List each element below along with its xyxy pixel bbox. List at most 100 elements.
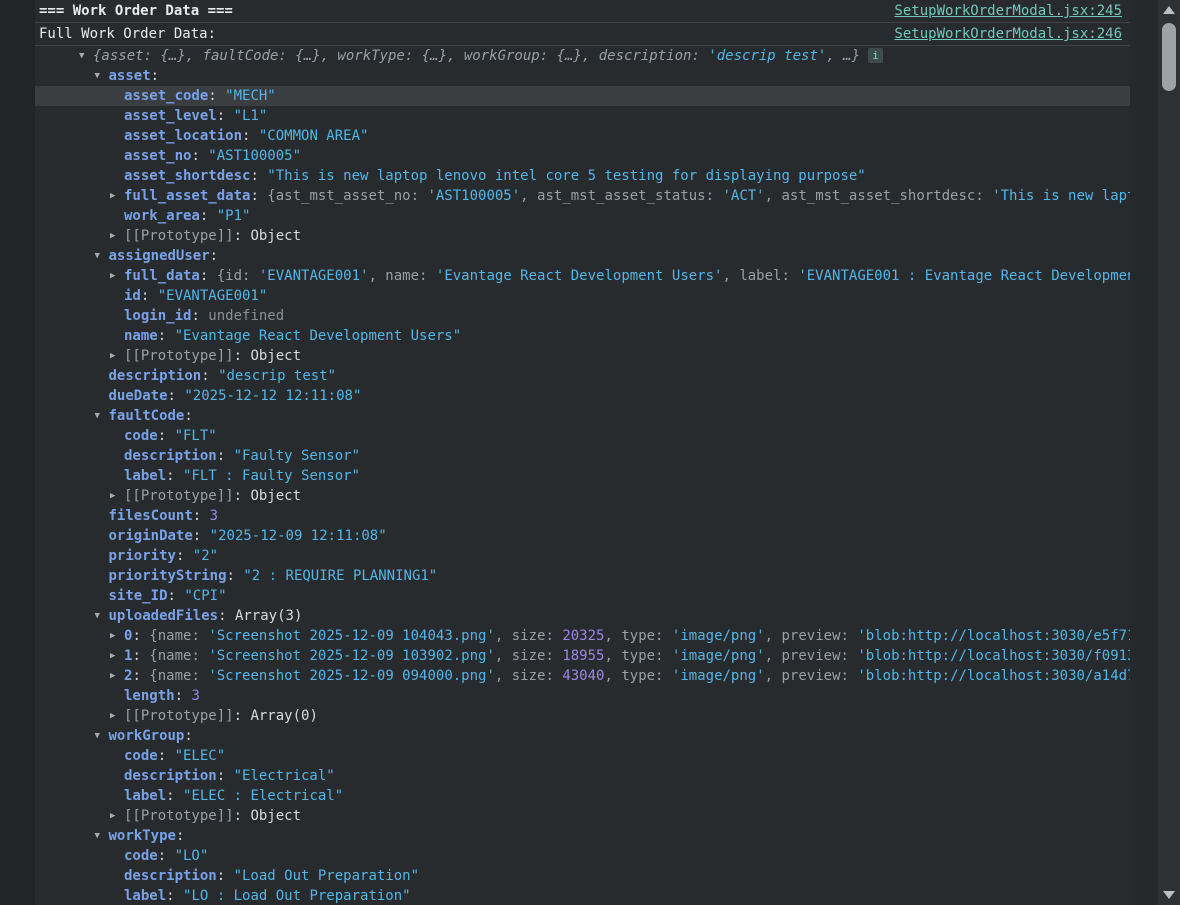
token-s: 'EVANTAGE001 : Evantage React Developmen… — [798, 268, 1130, 284]
source-link[interactable]: SetupWorkOrderModal.jsx:245 — [894, 0, 1122, 22]
token-g: [[Prototype]] — [124, 488, 234, 504]
tree-row[interactable]: ▶full_asset_data: {ast_mst_asset_no: 'AS… — [35, 186, 1130, 206]
token-ik: , …} — [826, 48, 860, 64]
token-g: , ast_mst_asset_status: — [520, 188, 722, 204]
tree-row: asset_location: "COMMON AREA" — [35, 126, 1130, 146]
tree-row[interactable]: ▼{asset: {…}, faultCode: {…}, workType: … — [35, 46, 1130, 66]
source-link[interactable]: SetupWorkOrderModal.jsx:246 — [894, 23, 1122, 45]
expand-triangle-icon[interactable]: ▶ — [110, 806, 115, 826]
token-s: "L1" — [234, 108, 268, 124]
info-icon[interactable]: i — [868, 48, 883, 63]
token-p: : — [176, 828, 184, 844]
token-s: "P1" — [217, 208, 251, 224]
tree-row[interactable]: ▼ workType: — [35, 826, 1130, 846]
token-g: {name: — [149, 668, 208, 684]
token-k: name — [124, 328, 158, 344]
token-s: "ELEC" — [175, 748, 226, 764]
expand-triangle-icon[interactable]: ▶ — [110, 626, 115, 646]
token-s: "LO" — [175, 848, 209, 864]
token-s: 'image/png' — [672, 668, 765, 684]
scroll-up-button[interactable] — [1158, 2, 1180, 18]
token-p: : — [234, 708, 251, 724]
tree-row: code: "FLT" — [35, 426, 1130, 446]
collapse-triangle-icon[interactable]: ▼ — [95, 726, 100, 746]
token-p: : — [217, 868, 234, 884]
expand-triangle-icon[interactable]: ▶ — [110, 666, 115, 686]
collapse-triangle-icon[interactable]: ▼ — [95, 826, 100, 846]
token-p: : — [234, 348, 251, 364]
collapse-triangle-icon[interactable]: ▼ — [95, 66, 100, 86]
collapse-triangle-icon[interactable]: ▼ — [95, 246, 100, 266]
collapse-triangle-icon[interactable]: ▼ — [79, 46, 84, 66]
expand-triangle-icon[interactable]: ▶ — [110, 706, 115, 726]
token-p: : — [200, 268, 217, 284]
token-k: label — [124, 468, 166, 484]
token-g: , size: — [495, 648, 562, 664]
tree-row[interactable]: ▶0: {name: 'Screenshot 2025-12-09 104043… — [35, 626, 1130, 646]
token-k: workType — [109, 828, 176, 844]
tree-row[interactable]: ▼assignedUser: — [35, 246, 1130, 266]
expand-triangle-icon[interactable]: ▶ — [110, 346, 115, 366]
token-k: asset_location — [124, 128, 242, 144]
token-s: "2025-12-09 12:11:08" — [210, 528, 387, 544]
expand-triangle-icon[interactable]: ▶ — [110, 486, 115, 506]
tree-row[interactable]: ▶[[Prototype]]: Array(0) — [35, 706, 1130, 726]
console-gutter — [0, 0, 35, 905]
tree-row: label: "LO : Load Out Preparation" — [35, 886, 1130, 905]
token-k: full_data — [124, 268, 200, 284]
scrollbar[interactable] — [1158, 0, 1180, 905]
tree-row[interactable]: ▶2: {name: 'Screenshot 2025-12-09 094000… — [35, 666, 1130, 686]
token-s: "EVANTAGE001" — [158, 288, 268, 304]
token-k: label — [124, 788, 166, 804]
token-p: : — [168, 388, 185, 404]
collapse-triangle-icon[interactable]: ▼ — [95, 606, 100, 626]
token-p: : — [158, 428, 175, 444]
expand-triangle-icon[interactable]: ▶ — [110, 266, 115, 286]
token-s: 'ACT' — [722, 188, 764, 204]
token-s: "This is new laptop lenovo intel core 5 … — [267, 168, 865, 184]
token-k: description — [124, 768, 217, 784]
token-k: site_ID — [109, 588, 168, 604]
token-p: : — [166, 468, 183, 484]
scroll-down-button[interactable] — [1158, 887, 1180, 903]
token-g: {name: — [149, 648, 208, 664]
scrollbar-thumb[interactable] — [1162, 23, 1176, 91]
token-s: "CPI" — [184, 588, 226, 604]
tree-row: id: "EVANTAGE001" — [35, 286, 1130, 306]
token-p: : — [168, 588, 185, 604]
tree-row[interactable]: ▼asset: — [35, 66, 1130, 86]
token-n: 43040 — [562, 668, 604, 684]
token-s: 'EVANTAGE001' — [259, 268, 369, 284]
token-p: : — [234, 488, 251, 504]
token-p: : — [193, 528, 210, 544]
token-s: "FLT : Faulty Sensor" — [183, 468, 360, 484]
token-s: 'blob:http://localhost:3030/e5f71160-0a — [857, 628, 1130, 644]
tree-row[interactable]: ▶[[Prototype]]: Object — [35, 806, 1130, 826]
token-w: Object — [250, 488, 301, 504]
token-k: asset_code — [124, 88, 208, 104]
tree-row[interactable]: ▼faultCode: — [35, 406, 1130, 426]
token-g: , size: — [495, 668, 562, 684]
tree-row[interactable]: ▶[[Prototype]]: Object — [35, 226, 1130, 246]
message-text: === Work Order Data === — [39, 0, 233, 22]
token-p: : — [201, 368, 218, 384]
expand-triangle-icon[interactable]: ▶ — [110, 186, 115, 206]
tree-row[interactable]: ▶[[Prototype]]: Object — [35, 346, 1130, 366]
token-k: asset_level — [124, 108, 217, 124]
tree-row[interactable]: ▶ [[Prototype]]: Object — [35, 486, 1130, 506]
token-p: : — [191, 148, 208, 164]
token-k: work_area — [124, 208, 200, 224]
token-s: "AST100005" — [208, 148, 301, 164]
tree-row[interactable]: ▶full_data: {id: 'EVANTAGE001', name: 'E… — [35, 266, 1130, 286]
collapse-triangle-icon[interactable]: ▼ — [95, 406, 100, 426]
token-p: : — [218, 608, 235, 624]
token-s: "Load Out Preparation" — [234, 868, 419, 884]
expand-triangle-icon[interactable]: ▶ — [110, 646, 115, 666]
token-p: : — [208, 88, 225, 104]
tree-row[interactable]: ▶1: {name: 'Screenshot 2025-12-09 103902… — [35, 646, 1130, 666]
token-k: dueDate — [109, 388, 168, 404]
tree-row[interactable]: ▼workGroup: — [35, 726, 1130, 746]
token-k: description — [124, 868, 217, 884]
expand-triangle-icon[interactable]: ▶ — [110, 226, 115, 246]
tree-row[interactable]: ▼uploadedFiles: Array(3) — [35, 606, 1130, 626]
